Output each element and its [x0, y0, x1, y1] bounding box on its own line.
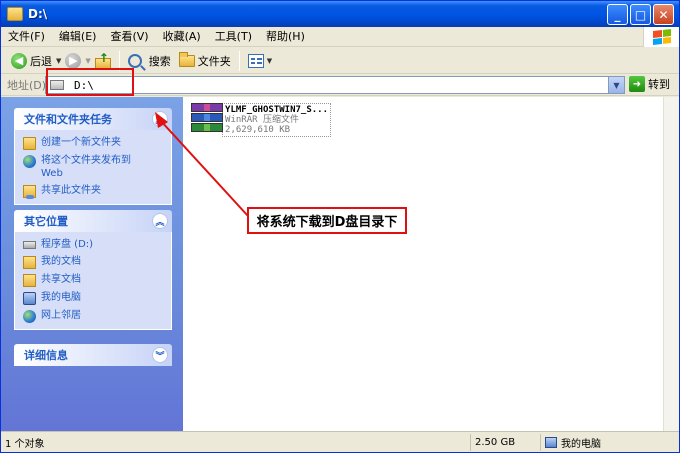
file-type: WinRAR 压缩文件 — [225, 115, 299, 125]
up-folder-icon: ↑ — [94, 52, 111, 69]
menu-edit[interactable]: 编辑(E) — [52, 27, 104, 47]
my-computer-icon — [23, 292, 36, 305]
panel-header[interactable]: 详细信息 ︾ — [14, 344, 172, 366]
task-new-folder[interactable]: 创建一个新文件夹 — [23, 136, 163, 150]
folders-icon — [178, 51, 195, 67]
status-size: 2.50 GB — [471, 433, 541, 451]
menu-help[interactable]: 帮助(H) — [259, 27, 312, 47]
file-size: 2,629,610 KB — [225, 125, 291, 135]
go-label: 转到 — [648, 78, 670, 91]
windows-logo — [643, 27, 679, 47]
panel-title: 其它位置 — [24, 215, 68, 228]
place-label: 程序盘 (D:) — [41, 239, 94, 250]
file-name: YLMF_GHOSTWIN7_S... — [225, 105, 328, 115]
place-shared-documents[interactable]: 共享文档 — [23, 273, 163, 287]
toolbar-separator — [238, 50, 240, 71]
place-my-computer[interactable]: 我的电脑 — [23, 291, 163, 305]
close-button[interactable]: ✕ — [653, 4, 674, 25]
menu-bar: 文件(F) 编辑(E) 查看(V) 收藏(A) 工具(T) 帮助(H) — [1, 27, 679, 47]
place-network[interactable]: 网上邻居 — [23, 309, 163, 323]
network-icon — [23, 310, 36, 323]
publish-web-icon — [23, 155, 36, 168]
windows-flag-icon — [652, 29, 671, 45]
other-places-panel: 其它位置 ︽ 程序盘 (D:) 我的文档 共享文档 我的电脑 网上邻居 — [14, 210, 172, 330]
vertical-scrollbar[interactable] — [663, 97, 679, 431]
panel-body: 程序盘 (D:) 我的文档 共享文档 我的电脑 网上邻居 — [14, 232, 172, 330]
window-title: D:\ — [28, 7, 48, 21]
collapse-icon[interactable]: ︽ — [152, 213, 168, 229]
collapse-icon[interactable]: ︽ — [152, 111, 168, 127]
file-list-area[interactable]: YLMF_GHOSTWIN7_S... WinRAR 压缩文件 2,629,61… — [183, 97, 663, 431]
task-share-folder[interactable]: 共享此文件夹 — [23, 184, 163, 199]
search-icon — [127, 53, 142, 68]
maximize-button[interactable]: □ — [630, 4, 651, 25]
go-icon: ➜ — [629, 76, 645, 92]
go-button[interactable]: ➜ 转到 — [629, 76, 670, 92]
folder-icon — [7, 7, 23, 21]
place-label: 我的文档 — [41, 256, 81, 267]
drive-icon — [23, 241, 36, 249]
panel-header[interactable]: 其它位置 ︽ — [14, 210, 172, 232]
minimize-button[interactable]: _ — [607, 4, 628, 25]
address-highlight-box — [46, 68, 134, 96]
task-label: 将这个文件夹发布到 Web — [41, 155, 131, 179]
folders-button[interactable]: 文件夹 — [175, 50, 235, 72]
views-button[interactable]: ▼ — [244, 50, 276, 72]
menu-favorites[interactable]: 收藏(A) — [156, 27, 208, 47]
title-bar[interactable]: D:\ _ □ ✕ — [1, 1, 679, 27]
panel-title: 文件和文件夹任务 — [24, 113, 112, 126]
menu-tools[interactable]: 工具(T) — [208, 27, 259, 47]
address-dropdown[interactable]: ▼ — [608, 77, 624, 93]
back-icon: ◀ — [11, 52, 27, 69]
file-folder-tasks-panel: 文件和文件夹任务 ︽ 创建一个新文件夹 将这个文件夹发布到 Web 共享此文件夹 — [14, 108, 172, 205]
task-label: 创建一个新文件夹 — [41, 137, 121, 148]
views-icon — [247, 53, 264, 68]
views-dropdown: ▼ — [266, 56, 273, 65]
status-location-label: 我的电脑 — [561, 438, 601, 450]
place-program-drive[interactable]: 程序盘 (D:) — [23, 238, 163, 251]
new-folder-icon — [23, 137, 36, 150]
place-label: 我的电脑 — [41, 292, 81, 303]
place-my-documents[interactable]: 我的文档 — [23, 255, 163, 269]
shared-documents-icon — [23, 274, 36, 287]
file-label: YLMF_GHOSTWIN7_S... WinRAR 压缩文件 2,629,61… — [222, 103, 331, 137]
window-controls: _ □ ✕ — [607, 4, 674, 25]
task-publish-web[interactable]: 将这个文件夹发布到 Web — [23, 154, 163, 180]
back-label: 后退 — [30, 54, 52, 68]
task-pane: 文件和文件夹任务 ︽ 创建一个新文件夹 将这个文件夹发布到Web 共享此文件夹 — [1, 97, 183, 431]
place-label: 共享文档 — [41, 274, 81, 285]
expand-icon[interactable]: ︾ — [152, 347, 168, 363]
menu-view[interactable]: 查看(V) — [103, 27, 155, 47]
my-computer-icon — [545, 436, 557, 448]
share-folder-icon — [23, 185, 36, 199]
status-bar: 1 个对象 2.50 GB 我的电脑 — [1, 431, 679, 452]
panel-body: 创建一个新文件夹 将这个文件夹发布到 Web 共享此文件夹 — [14, 130, 172, 205]
winrar-archive-icon — [189, 103, 223, 133]
menu-file[interactable]: 文件(F) — [1, 27, 52, 47]
place-label: 网上邻居 — [41, 310, 81, 321]
address-label: 地址(D) — [7, 78, 47, 92]
search-label: 搜索 — [148, 54, 171, 68]
status-location: 我的电脑 — [541, 434, 677, 451]
file-item[interactable]: YLMF_GHOSTWIN7_S... WinRAR 压缩文件 2,629,61… — [189, 103, 331, 137]
details-panel: 详细信息 ︾ — [14, 344, 172, 366]
folders-label: 文件夹 — [197, 54, 231, 68]
status-objects: 1 个对象 — [1, 433, 471, 451]
forward-icon: ▶ — [65, 52, 82, 69]
panel-title: 详细信息 — [24, 349, 68, 362]
panel-header[interactable]: 文件和文件夹任务 ︽ — [14, 108, 172, 130]
task-label: 共享此文件夹 — [41, 185, 101, 196]
my-documents-icon — [23, 256, 36, 269]
annotation-callout: 将系统下载到D盘目录下 — [247, 207, 407, 234]
